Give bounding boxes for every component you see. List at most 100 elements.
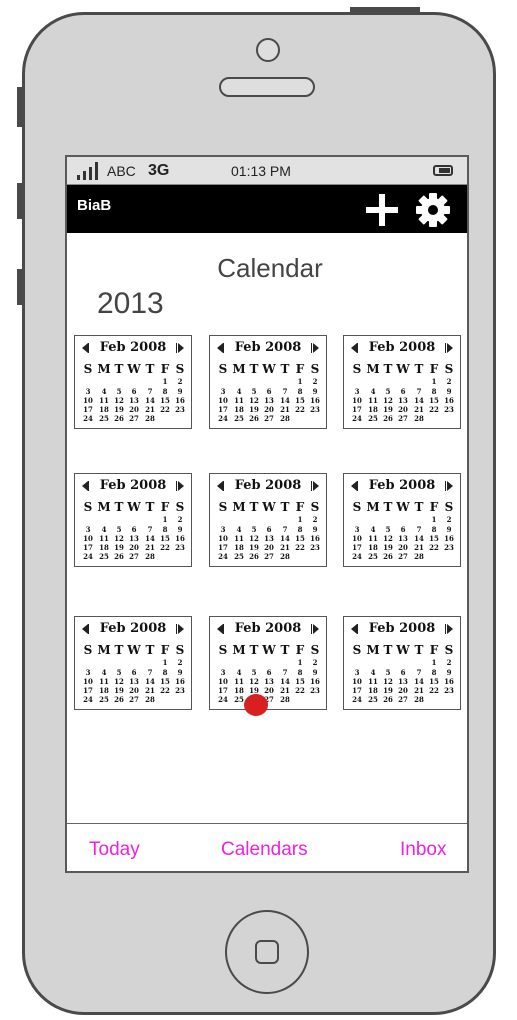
day-cell[interactable]: 16 [172, 534, 188, 543]
day-cell[interactable]: 20 [395, 686, 411, 695]
day-cell[interactable]: 21 [142, 405, 158, 414]
day-cell[interactable]: 22 [157, 686, 173, 695]
prev-month-icon[interactable] [217, 343, 224, 353]
next-month-icon[interactable] [311, 481, 319, 491]
day-cell[interactable]: 17 [215, 543, 231, 552]
day-cell[interactable]: 5 [246, 668, 262, 677]
day-cell[interactable]: 13 [261, 396, 277, 405]
day-cell[interactable]: 8 [292, 668, 308, 677]
day-cell[interactable]: 11 [365, 396, 381, 405]
day-cell[interactable]: 23 [441, 686, 457, 695]
day-cell[interactable]: 18 [365, 686, 381, 695]
day-cell[interactable]: 26 [111, 414, 127, 423]
day-cell[interactable]: 8 [426, 387, 442, 396]
day-cell[interactable]: 15 [292, 534, 308, 543]
day-cell[interactable]: 18 [365, 543, 381, 552]
day-cell[interactable]: 21 [142, 543, 158, 552]
day-cell[interactable]: 19 [246, 405, 262, 414]
day-cell[interactable]: 7 [277, 387, 293, 396]
day-cell[interactable]: 3 [349, 525, 365, 534]
day-cell[interactable]: 25 [365, 414, 381, 423]
day-cell[interactable]: 8 [157, 668, 173, 677]
day-cell[interactable]: 19 [246, 543, 262, 552]
day-cell[interactable]: 12 [111, 534, 127, 543]
day-cell[interactable]: 2 [307, 658, 323, 667]
day-cell[interactable]: 16 [441, 534, 457, 543]
day-cell[interactable]: 16 [172, 677, 188, 686]
day-cell[interactable]: 11 [365, 534, 381, 543]
day-cell[interactable]: 8 [292, 525, 308, 534]
day-cell[interactable]: 10 [80, 534, 96, 543]
day-cell[interactable]: 24 [215, 695, 231, 704]
day-cell[interactable]: 6 [261, 668, 277, 677]
day-cell[interactable]: 18 [231, 686, 247, 695]
day-cell[interactable]: 16 [307, 677, 323, 686]
day-cell[interactable]: 19 [111, 405, 127, 414]
day-cell[interactable]: 13 [261, 534, 277, 543]
day-cell[interactable]: 1 [292, 377, 308, 386]
day-cell[interactable]: 22 [292, 543, 308, 552]
day-cell[interactable]: 1 [157, 515, 173, 524]
day-cell[interactable]: 27 [126, 552, 142, 561]
day-cell[interactable]: 1 [426, 377, 442, 386]
day-cell[interactable]: 23 [441, 543, 457, 552]
day-cell[interactable]: 6 [126, 525, 142, 534]
day-cell[interactable]: 26 [246, 414, 262, 423]
day-cell[interactable]: 20 [395, 405, 411, 414]
home-button[interactable] [225, 910, 309, 994]
day-cell[interactable]: 17 [80, 405, 96, 414]
day-cell[interactable]: 9 [307, 668, 323, 677]
day-cell[interactable]: 6 [261, 387, 277, 396]
day-cell[interactable]: 16 [307, 396, 323, 405]
day-cell[interactable]: 5 [246, 387, 262, 396]
day-cell[interactable]: 12 [380, 677, 396, 686]
day-cell[interactable]: 1 [292, 658, 308, 667]
day-cell[interactable]: 7 [142, 668, 158, 677]
day-cell[interactable]: 10 [349, 396, 365, 405]
day-cell[interactable]: 27 [261, 552, 277, 561]
day-cell[interactable]: 28 [411, 552, 427, 561]
day-cell[interactable]: 10 [349, 534, 365, 543]
prev-month-icon[interactable] [351, 481, 358, 491]
prev-month-icon[interactable] [217, 624, 224, 634]
day-cell[interactable]: 4 [231, 668, 247, 677]
day-cell[interactable]: 28 [411, 695, 427, 704]
day-cell[interactable]: 5 [380, 525, 396, 534]
day-cell[interactable]: 23 [172, 405, 188, 414]
day-cell[interactable]: 15 [157, 534, 173, 543]
day-cell[interactable]: 20 [126, 543, 142, 552]
day-cell[interactable]: 18 [365, 405, 381, 414]
day-cell[interactable]: 9 [307, 525, 323, 534]
day-cell[interactable]: 4 [96, 668, 112, 677]
mini-calendar[interactable]: Feb 2008 S M T W T F S 1 2 3 4 5 6 7 8 9 10 11 12 13 14 15 16 17… [343, 616, 461, 710]
day-cell[interactable]: 9 [441, 525, 457, 534]
day-cell[interactable]: 11 [231, 396, 247, 405]
day-cell[interactable]: 13 [395, 534, 411, 543]
day-cell[interactable]: 27 [126, 414, 142, 423]
day-cell[interactable]: 5 [111, 525, 127, 534]
day-cell[interactable]: 2 [307, 377, 323, 386]
day-cell[interactable]: 11 [365, 677, 381, 686]
prev-month-icon[interactable] [82, 624, 89, 634]
day-cell[interactable]: 13 [126, 396, 142, 405]
day-cell[interactable]: 25 [231, 552, 247, 561]
day-cell[interactable]: 12 [246, 396, 262, 405]
day-cell[interactable]: 4 [365, 668, 381, 677]
day-cell[interactable]: 23 [307, 543, 323, 552]
next-month-icon[interactable] [445, 624, 453, 634]
day-cell[interactable]: 7 [411, 668, 427, 677]
day-cell[interactable]: 23 [307, 686, 323, 695]
day-cell[interactable]: 7 [277, 525, 293, 534]
day-cell[interactable]: 10 [80, 677, 96, 686]
day-cell[interactable]: 2 [441, 515, 457, 524]
day-cell[interactable]: 12 [246, 534, 262, 543]
next-month-icon[interactable] [311, 343, 319, 353]
day-cell[interactable]: 15 [157, 677, 173, 686]
day-cell[interactable]: 25 [96, 552, 112, 561]
prev-month-icon[interactable] [82, 343, 89, 353]
next-month-icon[interactable] [445, 481, 453, 491]
day-cell[interactable]: 5 [111, 668, 127, 677]
day-cell[interactable]: 18 [96, 686, 112, 695]
day-cell[interactable]: 9 [307, 387, 323, 396]
prev-month-icon[interactable] [217, 481, 224, 491]
